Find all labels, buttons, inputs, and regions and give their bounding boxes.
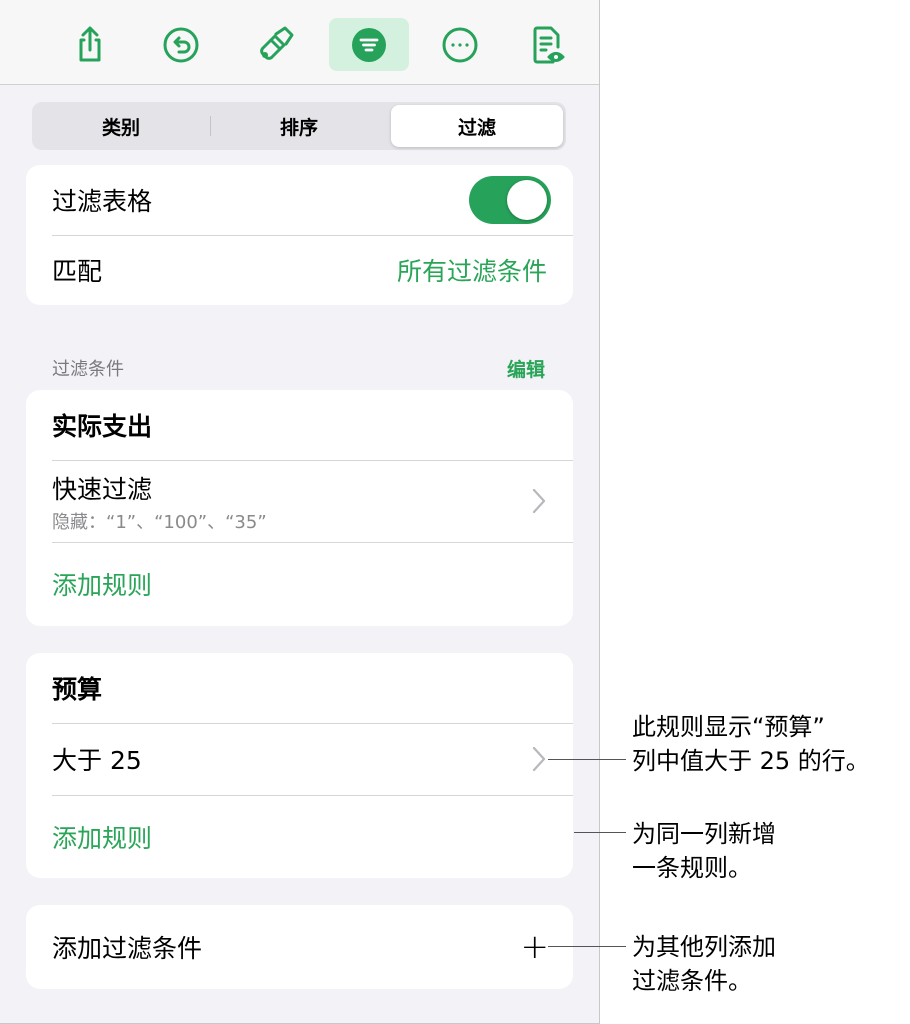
callout-line: 为其他列添加 — [632, 933, 776, 961]
reader-view-icon — [533, 26, 565, 63]
callout-rule: 此规则显示“预算” 列中值大于 25 的行。 — [632, 710, 870, 778]
paintbrush-icon — [260, 26, 294, 60]
tab-divider — [210, 116, 211, 136]
filter-card-actual: 实际支出 快速过滤 隐藏：“1”、“100”、“35” 添加规则 — [26, 390, 573, 626]
filter-column-title: 预算 — [52, 675, 103, 704]
callout-add-rule: 为同一列新增 一条规则。 — [632, 817, 776, 885]
quick-filter-row[interactable]: 快速过滤 隐藏：“1”、“100”、“35” — [26, 460, 573, 542]
share-button[interactable] — [50, 18, 130, 71]
chevron-right-icon — [532, 746, 546, 772]
filter-table-label: 过滤表格 — [52, 187, 153, 216]
share-icon — [79, 26, 101, 61]
filter-panel: 类别 排序 过滤 过滤表格 匹配 所有过滤条件 过滤条件 编辑 实际支出 快速过… — [0, 0, 600, 1024]
callout-line: 一条规则。 — [632, 854, 752, 882]
filter-header-row: 预算 — [26, 653, 573, 723]
add-rule-button[interactable]: 添加规则 — [52, 819, 152, 855]
filter-header-row: 实际支出 — [26, 390, 573, 460]
reader-view-button[interactable] — [507, 18, 587, 71]
filter-table-card: 过滤表格 匹配 所有过滤条件 — [26, 165, 573, 305]
callout-leader-line — [548, 759, 626, 760]
tab-category[interactable]: 类别 — [35, 105, 207, 147]
edit-button[interactable]: 编辑 — [507, 355, 545, 382]
callout-line: 此规则显示“预算” — [632, 713, 825, 741]
filter-table-toggle[interactable] — [469, 176, 551, 224]
tab-sort[interactable]: 排序 — [213, 105, 385, 147]
plus-icon[interactable]: + — [521, 927, 550, 967]
filter-card-budget: 预算 大于 25 添加规则 — [26, 653, 573, 878]
add-filter-label: 添加过滤条件 — [52, 934, 203, 963]
filter-tabs: 类别 排序 过滤 — [32, 102, 566, 150]
rule-title: 大于 25 — [52, 746, 142, 775]
add-rule-button[interactable]: 添加规则 — [52, 566, 152, 602]
callout-leader-line — [548, 946, 626, 947]
quick-filter-title: 快速过滤 — [52, 475, 153, 504]
callout-line: 列中值大于 25 的行。 — [632, 747, 870, 775]
undo-icon — [163, 27, 199, 62]
undo-button[interactable] — [141, 18, 221, 71]
more-icon — [442, 27, 478, 62]
toolbar — [0, 0, 599, 85]
add-rule-row[interactable]: 添加规则 — [26, 795, 573, 878]
format-button[interactable] — [235, 18, 315, 71]
add-rule-row[interactable]: 添加规则 — [26, 542, 573, 626]
callout-add-filter: 为其他列添加 过滤条件。 — [632, 930, 776, 998]
filter-table-row: 过滤表格 — [26, 165, 573, 235]
callout-line: 过滤条件。 — [632, 967, 752, 995]
match-label: 匹配 — [52, 257, 103, 286]
callout-leader-line — [574, 832, 626, 833]
match-value[interactable]: 所有过滤条件 — [397, 252, 547, 288]
add-filter-row[interactable]: 添加过滤条件 + — [26, 905, 573, 989]
filter-icon — [352, 27, 386, 62]
chevron-right-icon — [532, 488, 546, 514]
toggle-knob — [507, 180, 547, 220]
add-filter-card[interactable]: 添加过滤条件 + — [26, 905, 573, 989]
quick-filter-subtitle: 隐藏：“1”、“100”、“35” — [52, 512, 267, 533]
filter-column-title: 实际支出 — [52, 412, 153, 441]
tab-filter[interactable]: 过滤 — [391, 105, 563, 147]
more-button[interactable] — [420, 18, 500, 71]
filters-section-header: 过滤条件 — [52, 359, 124, 380]
match-row[interactable]: 匹配 所有过滤条件 — [26, 235, 573, 305]
callout-line: 为同一列新增 — [632, 820, 776, 848]
rule-row[interactable]: 大于 25 — [26, 723, 573, 795]
filter-button[interactable] — [329, 18, 409, 71]
